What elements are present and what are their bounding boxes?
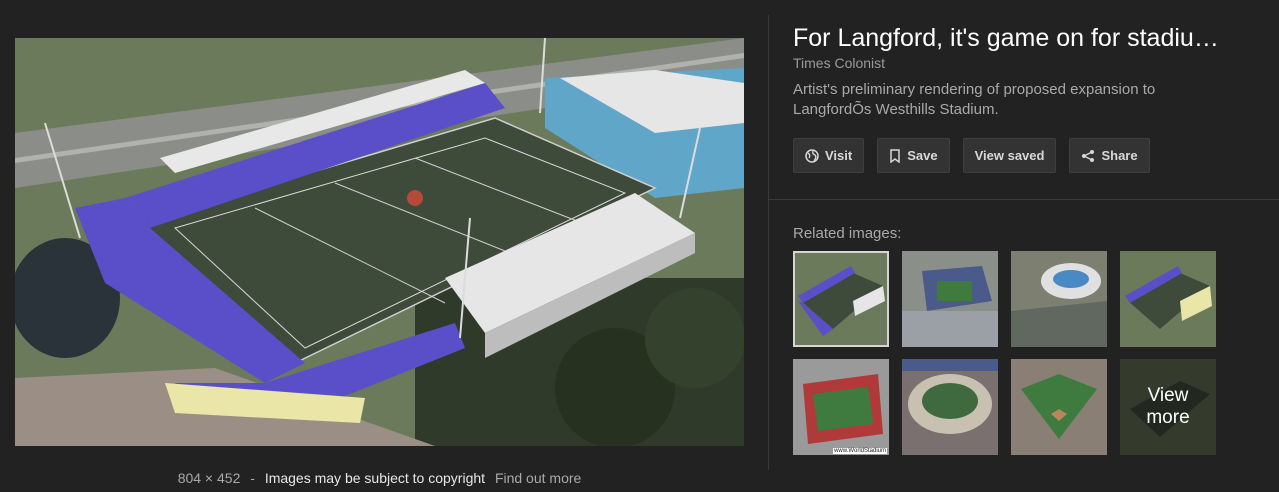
- vertical-divider: [768, 15, 769, 470]
- related-image-thumbnail[interactable]: [1011, 251, 1107, 347]
- view-saved-button[interactable]: View saved: [962, 138, 1057, 173]
- watermark-text: www.WorldStadium: [833, 448, 887, 454]
- view-more-line1: View: [1147, 385, 1189, 406]
- image-source: Times Colonist: [793, 55, 886, 71]
- bookmark-icon: [889, 148, 901, 163]
- image-meta: 804 × 452 - Images may be subject to cop…: [0, 470, 759, 486]
- image-dimensions: 804 × 452: [177, 470, 241, 486]
- action-buttons: Visit Save View saved Share: [793, 138, 1150, 173]
- related-image-thumbnail[interactable]: [793, 251, 889, 347]
- view-more-line2: more: [1146, 407, 1190, 428]
- image-title[interactable]: For Langford, it's game on for stadiu…: [793, 24, 1253, 53]
- preview-image[interactable]: [15, 38, 744, 446]
- visit-button[interactable]: Visit: [793, 138, 865, 173]
- share-button[interactable]: Share: [1069, 138, 1150, 173]
- horizontal-divider: [769, 199, 1279, 200]
- related-images-grid: www.WorldStadium View more: [793, 251, 1216, 455]
- related-image-thumbnail[interactable]: [1120, 251, 1216, 347]
- copyright-notice: Images may be subject to copyright: [264, 470, 486, 486]
- related-image-thumbnail[interactable]: www.WorldStadium: [793, 359, 889, 455]
- meta-separator: -: [250, 470, 255, 486]
- related-image-thumbnail[interactable]: [1011, 359, 1107, 455]
- related-image-thumbnail[interactable]: [902, 359, 998, 455]
- image-description: Artist's preliminary rendering of propos…: [793, 81, 1156, 118]
- globe-icon: [805, 148, 819, 163]
- save-button[interactable]: Save: [877, 138, 950, 173]
- view-more-label: View more: [1120, 359, 1216, 455]
- related-image-thumbnail[interactable]: [902, 251, 998, 347]
- related-images-label: Related images:: [793, 225, 902, 242]
- find-out-more-link[interactable]: Find out more: [495, 470, 581, 486]
- visit-label: Visit: [825, 148, 853, 163]
- view-more-thumbnail[interactable]: View more: [1120, 359, 1216, 455]
- share-label: Share: [1101, 148, 1138, 163]
- share-icon: [1081, 149, 1095, 163]
- view-saved-label: View saved: [974, 148, 1045, 163]
- save-label: Save: [907, 148, 938, 163]
